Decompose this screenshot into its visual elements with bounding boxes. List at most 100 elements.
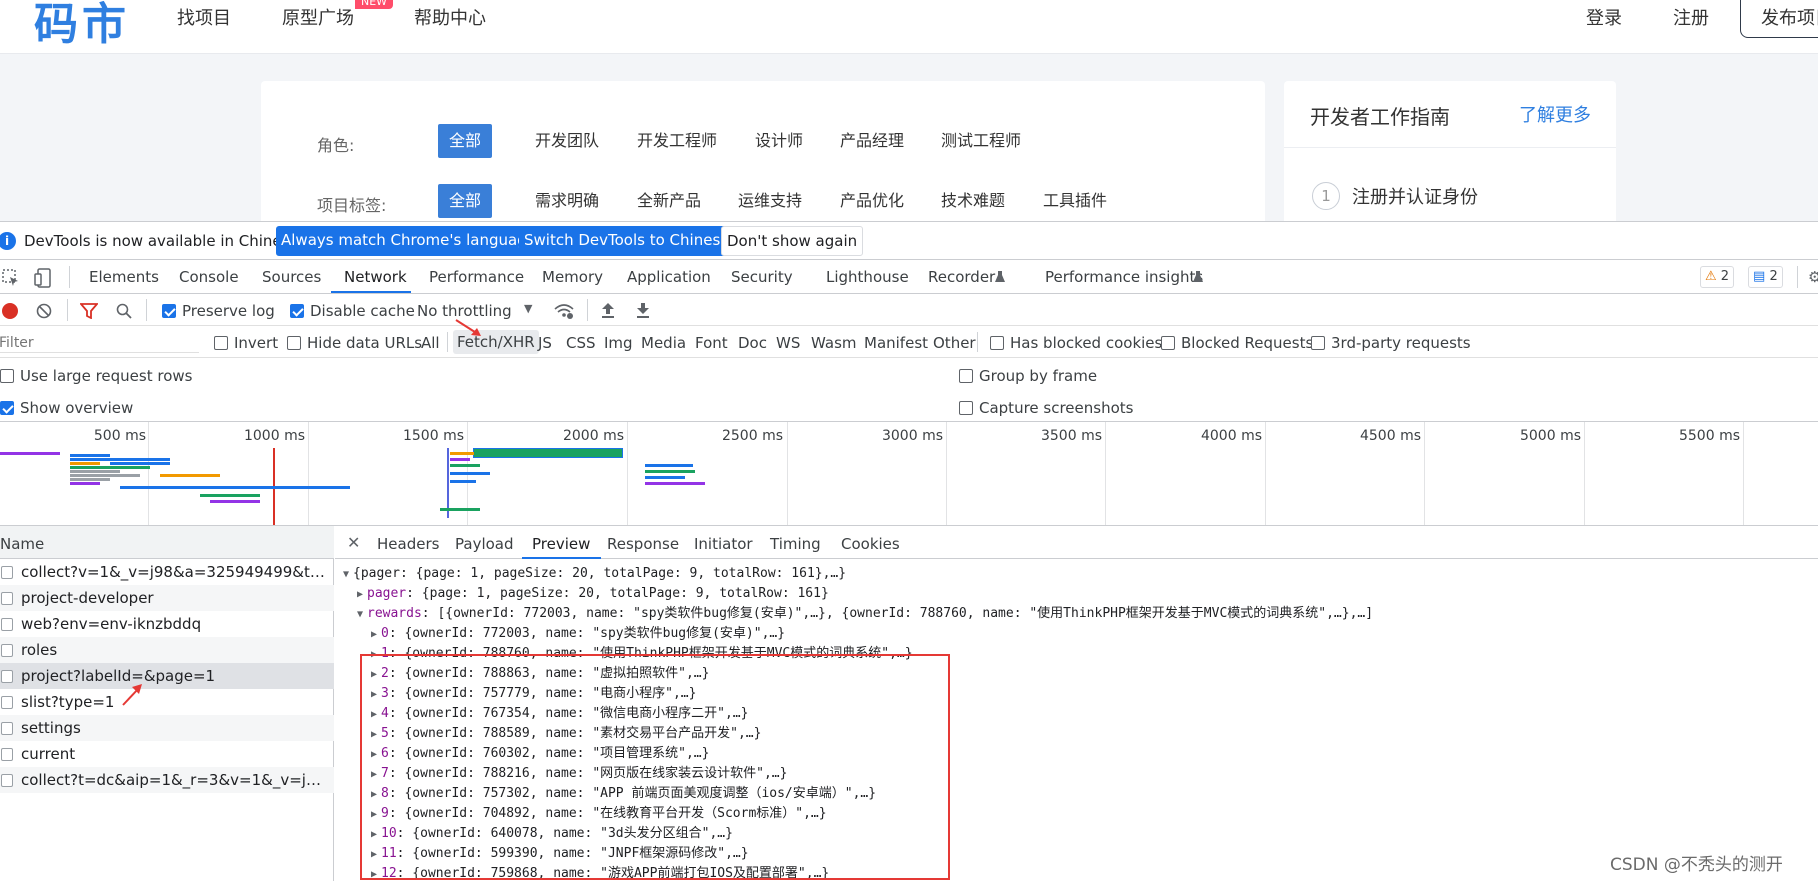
- register-link[interactable]: 注册: [1673, 4, 1709, 30]
- import-har-icon[interactable]: [601, 302, 615, 318]
- checkbox-unchecked[interactable]: [1161, 336, 1175, 350]
- tag-chip-all[interactable]: 全部: [438, 184, 493, 218]
- settings-gear-icon[interactable]: ⚙: [1808, 268, 1818, 286]
- group-by-frame-checkbox[interactable]: Group by frame: [959, 367, 1097, 385]
- checkbox-unchecked[interactable]: [1311, 336, 1325, 350]
- request-row[interactable]: slist?type=1: [0, 689, 334, 715]
- tab-payload[interactable]: Payload: [455, 535, 514, 553]
- always-match-language-button[interactable]: Always match Chrome's language: [276, 226, 541, 256]
- network-conditions-icon[interactable]: [553, 302, 575, 320]
- request-row[interactable]: settings: [0, 715, 334, 741]
- blocked-cookies-checkbox[interactable]: Has blocked cookies: [990, 334, 1162, 352]
- nav-prototype-plaza[interactable]: 原型广场: [282, 4, 354, 30]
- type-filter-font[interactable]: Font: [695, 334, 728, 352]
- tab-memory[interactable]: Memory: [542, 268, 603, 286]
- request-row[interactable]: current: [0, 741, 334, 767]
- collapsed-triangle-icon[interactable]: ▶: [371, 625, 381, 645]
- checkbox-unchecked[interactable]: [0, 369, 14, 383]
- tab-network[interactable]: Network: [344, 268, 407, 286]
- tab-headers[interactable]: Headers: [377, 535, 439, 553]
- switch-to-chinese-button[interactable]: Switch DevTools to Chinese: [519, 226, 735, 256]
- tab-performance[interactable]: Performance: [429, 268, 524, 286]
- json-pager-row[interactable]: ▶ pager: {page: 1, pageSize: 20, totalPag…: [357, 584, 829, 604]
- close-icon[interactable]: ✕: [347, 533, 360, 552]
- type-filter-ws[interactable]: WS: [776, 334, 800, 352]
- role-chip-all[interactable]: 全部: [438, 124, 493, 158]
- collapsed-triangle-icon[interactable]: ▶: [357, 585, 367, 605]
- checkbox-checked[interactable]: [0, 401, 14, 415]
- role-chip-team[interactable]: 开发团队: [524, 124, 610, 158]
- checkbox-unchecked[interactable]: [990, 336, 1004, 350]
- type-filter-manifest[interactable]: Manifest: [864, 334, 928, 352]
- tab-cookies[interactable]: Cookies: [841, 535, 900, 553]
- inspect-element-icon[interactable]: [2, 269, 20, 287]
- checkbox-unchecked[interactable]: [287, 336, 301, 350]
- type-filter-img[interactable]: Img: [604, 334, 633, 352]
- tag-chip-optimize[interactable]: 产品优化: [829, 184, 915, 218]
- tag-chip-ops[interactable]: 运维支持: [727, 184, 813, 218]
- role-chip-pm[interactable]: 产品经理: [829, 124, 915, 158]
- warnings-badge[interactable]: ⚠ 2: [1700, 266, 1735, 288]
- role-chip-tester[interactable]: 测试工程师: [930, 124, 1032, 158]
- request-row[interactable]: collect?v=1&_v=j98&a=325949499&t=pagevie…: [0, 559, 334, 585]
- request-row[interactable]: web?env=env-iknzbddq: [0, 611, 334, 637]
- clear-icon[interactable]: [36, 303, 52, 319]
- tab-console[interactable]: Console: [179, 268, 239, 286]
- tab-performance-insights[interactable]: Performance insights: [1045, 268, 1203, 286]
- nav-find-projects[interactable]: 找项目: [177, 4, 231, 30]
- tab-recorder[interactable]: Recorder: [928, 268, 995, 286]
- third-party-checkbox[interactable]: 3rd-party requests: [1311, 334, 1471, 352]
- blocked-requests-checkbox[interactable]: Blocked Requests: [1161, 334, 1313, 352]
- type-filter-other[interactable]: Other: [933, 334, 976, 352]
- request-row[interactable]: roles: [0, 637, 334, 663]
- type-filter-wasm[interactable]: Wasm: [811, 334, 857, 352]
- role-chip-designer[interactable]: 设计师: [744, 124, 814, 158]
- checkbox-checked[interactable]: [162, 304, 176, 318]
- filter-icon[interactable]: [80, 303, 98, 319]
- tag-chip-clear[interactable]: 需求明确: [524, 184, 610, 218]
- request-list-header[interactable]: Name: [0, 526, 334, 559]
- type-filter-css[interactable]: CSS: [566, 334, 596, 352]
- filter-input[interactable]: [0, 331, 199, 353]
- tab-initiator[interactable]: Initiator: [694, 535, 753, 553]
- search-icon[interactable]: [116, 303, 132, 319]
- preserve-log-checkbox[interactable]: Preserve log: [162, 302, 275, 320]
- type-filter-all[interactable]: All: [421, 334, 440, 352]
- tab-lighthouse[interactable]: Lighthouse: [826, 268, 909, 286]
- checkbox-unchecked[interactable]: [959, 369, 973, 383]
- type-filter-doc[interactable]: Doc: [738, 334, 767, 352]
- checkbox-unchecked[interactable]: [959, 401, 973, 415]
- tag-chip-new[interactable]: 全新产品: [626, 184, 712, 218]
- type-filter-media[interactable]: Media: [641, 334, 686, 352]
- record-icon[interactable]: [2, 303, 18, 319]
- expanded-triangle-icon[interactable]: ▼: [357, 605, 367, 625]
- invert-checkbox[interactable]: Invert: [214, 334, 278, 352]
- network-overview-timeline[interactable]: 500 ms 1000 ms 1500 ms 2000 ms 2500 ms 3…: [0, 422, 1818, 526]
- tab-security[interactable]: Security: [731, 268, 793, 286]
- checkbox-checked[interactable]: [290, 304, 304, 318]
- tab-timing[interactable]: Timing: [770, 535, 821, 553]
- expanded-triangle-icon[interactable]: ▼: [343, 565, 353, 585]
- nav-help-center[interactable]: 帮助中心: [414, 4, 486, 30]
- tab-response[interactable]: Response: [607, 535, 679, 553]
- capture-screenshots-checkbox[interactable]: Capture screenshots: [959, 399, 1133, 417]
- dont-show-again-button[interactable]: Don't show again: [721, 226, 864, 256]
- disable-cache-checkbox[interactable]: Disable cache: [290, 302, 415, 320]
- request-row-selected[interactable]: project?labelId=&page=1: [0, 663, 334, 689]
- publish-project-button[interactable]: 发布项目: [1740, 0, 1818, 38]
- request-row[interactable]: collect?t=dc&aip=1&_r=3&v=1&_v=j98&tid=.…: [0, 767, 334, 793]
- hide-data-urls-checkbox[interactable]: Hide data URLs: [287, 334, 422, 352]
- tab-application[interactable]: Application: [627, 268, 711, 286]
- device-toolbar-icon[interactable]: [34, 268, 52, 288]
- type-filter-js[interactable]: JS: [538, 334, 552, 352]
- tab-sources[interactable]: Sources: [262, 268, 321, 286]
- login-link[interactable]: 登录: [1586, 4, 1622, 30]
- guide-learn-more-link[interactable]: 了解更多: [1519, 101, 1591, 127]
- export-har-icon[interactable]: [636, 302, 650, 318]
- tag-chip-hard[interactable]: 技术难题: [930, 184, 1016, 218]
- checkbox-unchecked[interactable]: [214, 336, 228, 350]
- tag-chip-tools[interactable]: 工具插件: [1032, 184, 1118, 218]
- json-rewards-row[interactable]: ▼ rewards: [{ownerId: 772003, name: "spy类…: [357, 604, 1373, 624]
- tab-elements[interactable]: Elements: [89, 268, 159, 286]
- large-rows-checkbox[interactable]: Use large request rows: [0, 367, 192, 385]
